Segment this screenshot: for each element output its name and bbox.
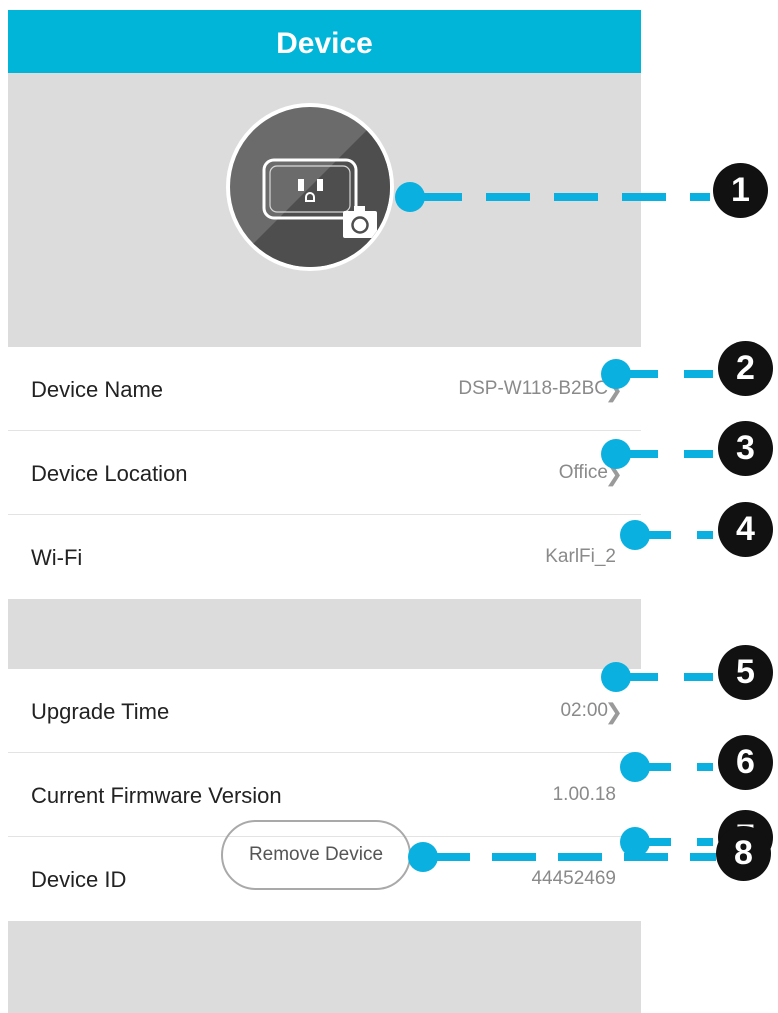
device-location-row[interactable]: Device Location Office ❯ bbox=[8, 431, 641, 515]
page-title: Device bbox=[276, 27, 373, 60]
callout-badge: 5 bbox=[718, 645, 773, 700]
upgrade-time-label: Upgrade Time bbox=[31, 699, 170, 724]
chevron-right-icon: ❯ bbox=[604, 378, 623, 403]
callout-badge: 1 bbox=[713, 163, 768, 218]
firmware-version-label: Current Firmware Version bbox=[31, 783, 282, 808]
device-name-row[interactable]: Device Name DSP-W118-B2BC ❯ bbox=[8, 347, 641, 431]
device-photo-button[interactable] bbox=[226, 103, 394, 271]
smart-plug-icon bbox=[230, 107, 390, 267]
upgrade-time-row[interactable]: Upgrade Time 02:00 ❯ bbox=[8, 669, 641, 753]
chevron-right-icon: ❯ bbox=[604, 462, 623, 487]
callout-badge: 8 bbox=[716, 826, 771, 881]
callout-badge: 2 bbox=[718, 341, 773, 396]
section-divider bbox=[8, 599, 641, 669]
upgrade-time-value: 02:00 bbox=[560, 700, 608, 721]
device-id-value: 44452469 bbox=[531, 868, 616, 889]
header-bar: Device bbox=[8, 10, 641, 73]
callout-badge: 7 bbox=[718, 810, 773, 865]
device-name-value: DSP-W118-B2BC bbox=[458, 378, 608, 399]
wifi-value: KarlFi_2 bbox=[545, 546, 616, 567]
wifi-row: Wi-Fi KarlFi_2 bbox=[8, 515, 641, 599]
callout-line bbox=[637, 531, 713, 539]
device-id-label: Device ID bbox=[31, 867, 127, 892]
device-location-label: Device Location bbox=[31, 461, 188, 486]
callout-badge: 3 bbox=[718, 421, 773, 476]
device-location-value: Office bbox=[558, 462, 608, 483]
firmware-version-value: 1.00.18 bbox=[552, 784, 616, 805]
device-name-label: Device Name bbox=[31, 377, 164, 402]
callout-line bbox=[637, 763, 713, 771]
remove-device-button[interactable]: Remove Device bbox=[221, 820, 411, 890]
chevron-right-icon: ❯ bbox=[604, 700, 623, 725]
wifi-label: Wi-Fi bbox=[31, 545, 83, 570]
callout-badge: 4 bbox=[718, 502, 773, 557]
remove-section bbox=[8, 921, 641, 1013]
callout-line bbox=[637, 838, 713, 846]
callout-badge: 6 bbox=[718, 735, 773, 790]
